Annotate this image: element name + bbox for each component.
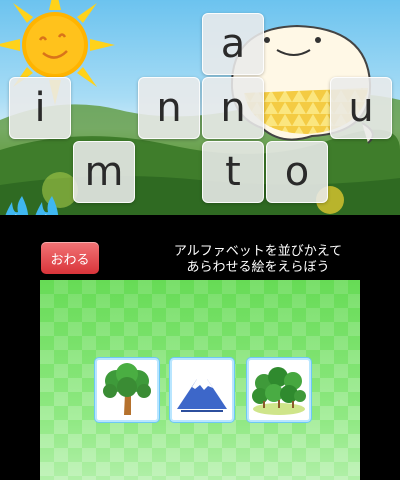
flame-icon <box>5 196 59 215</box>
tree-icon <box>103 363 151 415</box>
picture-card-tree[interactable] <box>95 358 159 422</box>
end-button[interactable]: おわる <box>41 242 99 274</box>
forest-icon <box>252 367 306 415</box>
top-screen: a i n n u m t o <box>0 0 400 215</box>
letter-tile-i[interactable]: i <box>9 77 71 139</box>
picture-card-forest[interactable] <box>247 358 311 422</box>
mountain-icon <box>175 363 229 417</box>
picture-card-mountain[interactable] <box>170 358 234 422</box>
letter-tile-n[interactable]: n <box>202 77 264 139</box>
picture-board <box>40 280 360 480</box>
bottom-screen: おわる アルファベットを並びかえて あらわせる絵をえらぼう <box>0 215 400 480</box>
letter-tile-a[interactable]: a <box>202 13 264 75</box>
instruction-text: アルファベットを並びかえて あらわせる絵をえらぼう <box>173 244 343 275</box>
letter-tile-m[interactable]: m <box>73 141 135 203</box>
letter-tile-u[interactable]: u <box>330 77 392 139</box>
letter-tile-o[interactable]: o <box>266 141 328 203</box>
letter-tile-t[interactable]: t <box>202 141 264 203</box>
letter-tile-n[interactable]: n <box>138 77 200 139</box>
